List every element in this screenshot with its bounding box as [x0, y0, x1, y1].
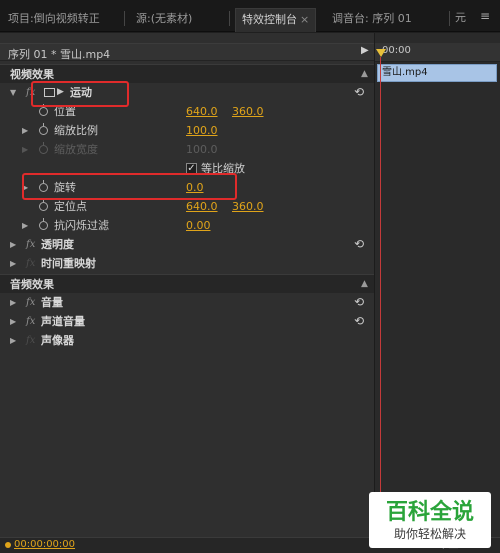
effect-list: 序列 01 * 雪山.mp4 ▶ 视频效果 ▲ ▼ fx ▶ 运动 ⟲ 位置 6… — [0, 33, 374, 553]
volume-label: 音量 — [41, 296, 63, 309]
ruler-time: 00:00 — [382, 45, 411, 56]
panel-menu-icon[interactable]: ≡ — [474, 9, 496, 27]
reset-icon[interactable]: ⟲ — [354, 83, 364, 102]
tab-project[interactable]: 项目:倒向视频转正 — [2, 9, 106, 29]
stopwatch-icon[interactable] — [39, 104, 48, 116]
property-row-scale-width: ▶ 缩放宽度 100.0 — [0, 140, 374, 159]
tab-separator — [229, 11, 230, 26]
stopwatch-icon[interactable] — [39, 123, 48, 135]
timeline-ruler[interactable]: 00:00 — [375, 43, 500, 62]
close-icon[interactable]: × — [300, 13, 309, 26]
tab-separator — [449, 11, 450, 26]
tab-effect-controls[interactable]: 特效控制台 × — [235, 8, 317, 32]
effect-row-volume[interactable]: ▶ fx 音量 ⟲ — [0, 293, 374, 312]
effect-row-time-remap[interactable]: ▶ fx 时间重映射 — [0, 254, 374, 273]
playhead-line — [380, 57, 381, 553]
expand-arrow-icon[interactable]: ▶ — [22, 121, 28, 140]
opacity-label: 透明度 — [41, 238, 74, 251]
position-x-value[interactable]: 640.0 — [186, 102, 218, 121]
tab-audio-mixer[interactable]: 调音台: 序列 01 — [326, 9, 418, 29]
tab-project-label: 项目:倒向视频转正 — [8, 12, 100, 25]
watermark-title: 百科全说 — [385, 500, 474, 525]
audio-effects-header: 音频效果 ▲ — [0, 274, 374, 293]
property-row-scale: ▶ 缩放比例 100.0 — [0, 121, 374, 140]
timecode-icon — [5, 542, 11, 548]
chevron-right-icon[interactable]: ▶ — [361, 45, 369, 56]
position-y-value[interactable]: 360.0 — [232, 102, 264, 121]
expand-arrow-icon[interactable]: ▶ — [10, 331, 16, 350]
fx-icon: fx — [26, 335, 36, 346]
effect-row-channel-volume[interactable]: ▶ fx 声道音量 ⟲ — [0, 312, 374, 331]
effect-controls-panel: 序列 01 * 雪山.mp4 ▶ 视频效果 ▲ ▼ fx ▶ 运动 ⟲ 位置 6… — [0, 33, 500, 553]
watermark-logo: 百科全说 助你轻松解决 — [369, 492, 491, 548]
antiflicker-value[interactable]: 0.00 — [186, 216, 211, 235]
tab-effect-controls-label: 特效控制台 — [242, 13, 297, 26]
expand-arrow-icon[interactable]: ▶ — [22, 216, 28, 235]
time-remap-label: 时间重映射 — [41, 257, 96, 270]
scale-value[interactable]: 100.0 — [186, 121, 218, 140]
tab-overflow-label: 元 — [455, 11, 466, 24]
playhead-icon[interactable] — [376, 49, 386, 57]
tab-separator — [124, 11, 125, 26]
timeline-clip[interactable]: 雪山.mp4 — [377, 64, 497, 82]
expand-arrow-icon[interactable]: ▶ — [10, 312, 16, 331]
stopwatch-icon[interactable] — [39, 218, 48, 230]
tab-audio-mixer-label: 调音台: 序列 01 — [332, 12, 412, 25]
watermark-subtitle: 助你轻松解决 — [393, 527, 466, 541]
expand-arrow-icon[interactable]: ▼ — [10, 83, 16, 102]
collapse-icon[interactable]: ▲ — [361, 275, 368, 294]
fx-icon[interactable]: fx — [26, 235, 35, 254]
reset-icon[interactable]: ⟲ — [354, 293, 364, 312]
panel-tab-bar: 项目:倒向视频转正 源:(无素材) 特效控制台 × 调音台: 序列 01 元 ≡ — [0, 0, 500, 32]
highlight-motion — [31, 81, 129, 107]
tab-source-label: 源:(无素材) — [136, 12, 193, 25]
reset-icon[interactable]: ⟲ — [354, 312, 364, 331]
sequence-title: 序列 01 * 雪山.mp4 — [8, 48, 111, 61]
expand-arrow-icon: ▶ — [22, 145, 29, 154]
channel-volume-label: 声道音量 — [41, 315, 85, 328]
current-timecode[interactable]: 00:00:00:00 — [14, 539, 75, 550]
sequence-header: 序列 01 * 雪山.mp4 ▶ — [0, 43, 374, 61]
stopwatch-icon — [39, 142, 48, 154]
tab-source[interactable]: 源:(无素材) — [130, 9, 198, 29]
stopwatch-icon[interactable] — [39, 199, 48, 211]
fx-icon: fx — [26, 258, 36, 269]
effect-row-opacity[interactable]: ▶ fx 透明度 ⟲ — [0, 235, 374, 254]
tab-overflow[interactable]: 元 — [455, 9, 466, 25]
highlight-rotation — [22, 173, 237, 200]
property-row-antiflicker: ▶ 抗闪烁过滤 0.00 — [0, 216, 374, 235]
anchor-y-value[interactable]: 360.0 — [232, 197, 264, 216]
fx-icon[interactable]: fx — [26, 293, 35, 312]
scale-width-label: 缩放宽度 — [54, 143, 98, 156]
expand-arrow-icon[interactable]: ▶ — [10, 235, 16, 254]
antiflicker-label: 抗闪烁过滤 — [54, 219, 109, 232]
reset-icon[interactable]: ⟲ — [354, 235, 364, 254]
panner-label: 声像器 — [41, 334, 74, 347]
scale-label: 缩放比例 — [54, 124, 98, 137]
effect-row-panner[interactable]: ▶ fx 声像器 — [0, 331, 374, 350]
collapse-icon[interactable]: ▲ — [361, 65, 368, 84]
mini-timeline: 00:00 雪山.mp4 — [374, 33, 500, 553]
scale-width-value: 100.0 — [186, 143, 218, 156]
fx-icon[interactable]: fx — [26, 312, 35, 331]
expand-arrow-icon[interactable]: ▶ — [10, 254, 16, 273]
audio-effects-label: 音频效果 — [10, 278, 54, 291]
expand-arrow-icon[interactable]: ▶ — [10, 293, 16, 312]
